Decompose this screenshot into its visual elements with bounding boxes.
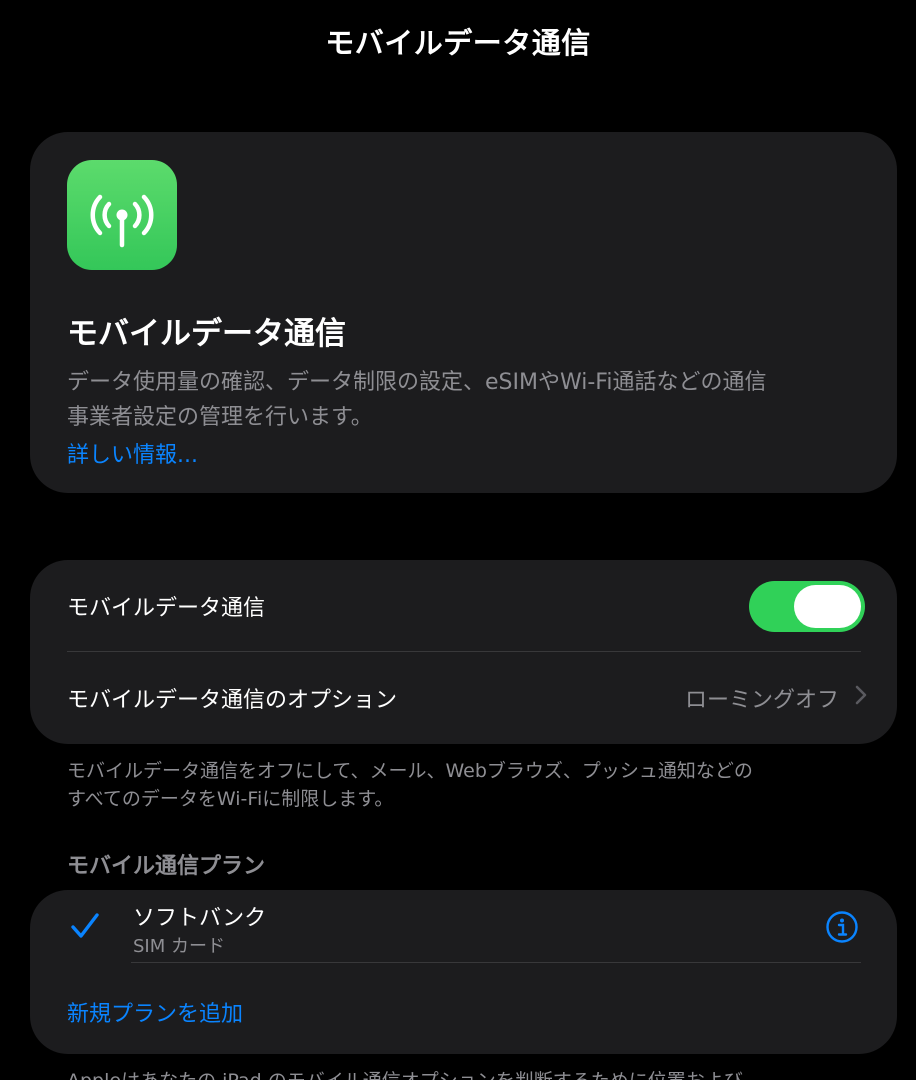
plan-type: SIM カード: [133, 936, 225, 957]
footnote-line2: すべてのデータをWi-Fiに制限します。: [67, 788, 394, 810]
plans-card: ソフトバンク SIM カード 新規プランを追加: [30, 890, 897, 1054]
roaming-status-value: ローミングオフ: [684, 688, 839, 713]
page-title: モバイルデータ通信: [325, 26, 591, 60]
toggle-knob: [794, 584, 861, 628]
cellular-settings-card: モバイルデータ通信 モバイルデータ通信のオプション ローミングオフ: [30, 560, 897, 744]
cellular-data-label: モバイルデータ通信: [67, 596, 266, 621]
checkmark-icon: [70, 912, 100, 944]
plan-name[interactable]: ソフトバンク: [133, 900, 266, 932]
cellular-settings-page: モバイルデータ通信 モバイルデータ通信 データ使用量の確認、データ制限の設定、e…: [0, 0, 916, 1080]
hero-description-line2: 事業者設定の管理を行います。: [67, 405, 373, 430]
add-plan-button[interactable]: 新規プランを追加: [67, 996, 243, 1028]
cellular-data-options-row[interactable]: モバイルデータ通信のオプション ローミングオフ: [67, 652, 867, 744]
learn-more-link[interactable]: 詳しい情報...: [67, 437, 198, 469]
cellular-data-options-value-group[interactable]: ローミングオフ: [685, 682, 867, 714]
cellular-antenna-icon: [67, 160, 177, 270]
hero-card: モバイルデータ通信 データ使用量の確認、データ制限の設定、eSIMやWi-Fi通…: [30, 132, 897, 493]
plan-divider: [131, 962, 861, 963]
cellular-data-options-label: モバイルデータ通信のオプション: [67, 688, 398, 713]
cellular-data-row: モバイルデータ通信: [67, 560, 867, 652]
plans-section-header: モバイル通信プラン: [67, 854, 266, 879]
info-icon[interactable]: [825, 910, 859, 948]
hero-description: データ使用量の確認、データ制限の設定、eSIMやWi-Fi通話などの通信 事業者…: [67, 365, 867, 435]
footnote-line1: モバイルデータ通信をオフにして、メール、Webブラウズ、プッシュ通知などの: [67, 760, 753, 782]
cellular-data-footnote: モバイルデータ通信をオフにして、メール、Webブラウズ、プッシュ通知などの すべ…: [67, 757, 867, 813]
chevron-right-icon: [855, 685, 867, 711]
cellular-data-toggle[interactable]: [749, 580, 865, 632]
hero-title: モバイルデータ通信: [67, 316, 346, 352]
hero-description-line1: データ使用量の確認、データ制限の設定、eSIMやWi-Fi通話などの通信: [67, 370, 767, 395]
location-disclosure-text: Appleはあなたの iPad のモバイル通信オプションを判断するために位置およ…: [67, 1066, 743, 1080]
